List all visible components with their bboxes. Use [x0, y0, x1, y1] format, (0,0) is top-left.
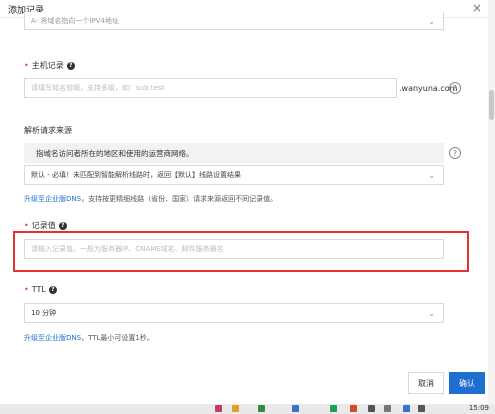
help-circle-icon[interactable]: ?	[449, 82, 461, 94]
upgrade-link-2[interactable]: 升级至企业版DNS	[24, 334, 81, 342]
clock: 15:09	[468, 404, 489, 412]
upgrade-link[interactable]: 升级至企业版DNS	[24, 195, 81, 203]
app-icon[interactable]	[215, 405, 222, 412]
help-icon[interactable]: ?	[58, 221, 67, 230]
line-hint: 升级至企业版DNS，支持按更精细线路（省份、国家）请求来源返回不同记录值。	[24, 194, 277, 204]
required-mark: •	[24, 285, 29, 294]
help-icon[interactable]: ?	[66, 61, 75, 70]
help-circle-icon-2[interactable]: ?	[449, 147, 461, 159]
line-note: 指域名访问者所在的地区和使用的运营商网络。	[24, 143, 444, 163]
ttl-select[interactable]: 10 分钟 ⌄	[24, 303, 444, 323]
chevron-down-icon: ⌄	[428, 171, 435, 180]
host-input[interactable]: 请填写域名前缀，支持多级，如：sub.test	[24, 78, 397, 98]
required-mark: •	[24, 61, 29, 70]
app-icon[interactable]	[232, 405, 239, 412]
highlight-box	[13, 231, 469, 272]
chevron-down-icon: ⌄	[428, 309, 435, 318]
record-type-select[interactable]: A- 将域名指向一个IPV4地址 ⌄	[24, 12, 444, 30]
network-icon[interactable]	[368, 405, 375, 412]
cancel-button[interactable]: 取消	[408, 372, 444, 394]
volume-icon[interactable]	[384, 405, 391, 412]
app-icon[interactable]	[330, 405, 337, 412]
close-icon[interactable]: ×	[472, 1, 482, 15]
help-icon[interactable]: ?	[48, 285, 57, 294]
line-select[interactable]: 默认 - 必填！未匹配到智能解析线路时，返回【默认】线路设置结果 ⌄	[24, 165, 444, 185]
ttl-hint: 升级至企业版DNS，TTL最小可设置1秒。	[24, 333, 154, 343]
scroll-thumb[interactable]	[489, 90, 494, 120]
ttl-label-row: • TTL ?	[24, 285, 57, 294]
host-label-row: • 主机记录 ?	[24, 60, 75, 71]
host-label: 主机记录	[31, 61, 64, 70]
value-label: 记录值	[31, 221, 56, 230]
app-icon[interactable]	[350, 405, 357, 412]
chevron-down-icon: ⌄	[428, 17, 435, 26]
ime-icon[interactable]	[403, 405, 410, 412]
add-record-dialog: 添加记录 × A- 将域名指向一个IPV4地址 ⌄ • 主机记录 ? 请填写域名…	[0, 0, 488, 404]
app-icon[interactable]	[292, 405, 299, 412]
tray-icon[interactable]	[418, 405, 425, 412]
value-label-row: • 记录值 ?	[24, 220, 67, 231]
line-label: 解析请求来源	[24, 126, 72, 135]
ttl-value: 10 分钟	[31, 309, 57, 317]
line-hint-text: ，支持按更精细线路（省份、国家）请求来源返回不同记录值。	[81, 195, 278, 203]
required-mark: •	[24, 221, 29, 230]
ttl-hint-text: ，TTL最小可设置1秒。	[81, 334, 154, 342]
line-label-row: 解析请求来源	[24, 125, 72, 136]
record-type-value: A- 将域名指向一个IPV4地址	[31, 16, 119, 25]
line-select-value: 默认 - 必填！未匹配到智能解析线路时，返回【默认】线路设置结果	[31, 171, 241, 179]
host-placeholder: 请填写域名前缀，支持多级，如：sub.test	[31, 84, 165, 92]
app-icon[interactable]	[258, 405, 265, 412]
taskbar: 15:09	[0, 404, 495, 414]
confirm-button[interactable]: 确认	[449, 372, 485, 394]
scrollbar[interactable]	[488, 0, 495, 404]
line-note-text: 指域名访问者所在的地区和使用的运营商网络。	[36, 148, 194, 158]
ttl-label: TTL	[31, 285, 46, 294]
